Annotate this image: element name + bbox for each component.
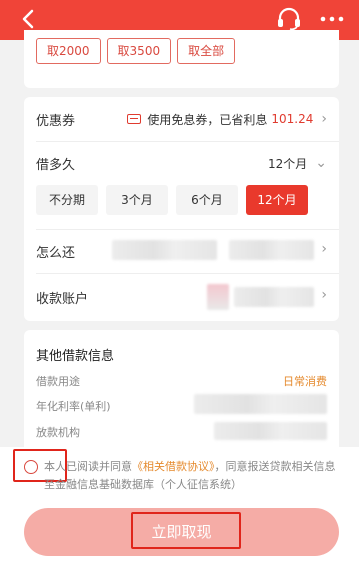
- purpose-label: 借款用途: [36, 375, 80, 388]
- redacted-repay-plan: [112, 240, 217, 260]
- term-option-none[interactable]: 不分期: [36, 185, 98, 215]
- amount-chip-all[interactable]: 取全部: [177, 38, 236, 64]
- term-option-12m[interactable]: 12个月: [246, 185, 308, 215]
- rate-label: 年化利率(单利): [36, 400, 111, 413]
- chevron-right-icon: ›: [321, 287, 327, 303]
- quick-amount-card: 取2000 取3500 取全部: [24, 30, 339, 88]
- loan-options-card: 优惠券 使用免息券，已省利息 101.24 › 借多久 12个月 ⌄ 不分期 3…: [24, 97, 339, 321]
- other-info-card: 其他借款信息 借款用途 日常消费 年化利率(单利) 放款机构: [24, 330, 339, 450]
- coupon-icon: [127, 114, 142, 124]
- purpose-value[interactable]: 日常消费: [283, 373, 327, 389]
- coupon-text: 使用免息券，已省利息: [147, 112, 268, 127]
- term-row[interactable]: 借多久 12个月 ⌄: [36, 141, 327, 185]
- repay-label: 怎么还: [36, 245, 76, 261]
- agreement-text: 本人已阅读并同意《相关借款协议》，同意报送贷款相关信息至金融信息基础数据库（个人…: [44, 458, 344, 494]
- term-option-6m[interactable]: 6个月: [176, 185, 238, 215]
- redacted-lender: [214, 422, 327, 440]
- headset-icon[interactable]: [276, 7, 302, 31]
- back-arrow-icon[interactable]: [18, 8, 40, 30]
- term-option-3m[interactable]: 3个月: [106, 185, 168, 215]
- term-label: 借多久: [36, 157, 76, 173]
- agreement-prefix: 本人已阅读并同意: [44, 460, 132, 473]
- amount-chip-2000[interactable]: 取2000: [36, 38, 101, 64]
- divider: [36, 273, 339, 274]
- term-selected[interactable]: 12个月 ⌄: [268, 141, 327, 185]
- purpose-row: 借款用途 日常消费: [36, 373, 327, 393]
- term-options: 不分期 3个月 6个月 12个月: [36, 185, 308, 215]
- other-info-title: 其他借款信息: [36, 349, 115, 364]
- lender-label: 放款机构: [36, 426, 80, 439]
- coupon-amount: 101.24: [271, 112, 314, 126]
- term-selected-value: 12个月: [267, 156, 308, 171]
- redacted-bank-logo: [207, 284, 229, 310]
- chevron-right-icon: ›: [321, 241, 327, 257]
- chevron-right-icon: ›: [321, 111, 327, 127]
- agreement-link[interactable]: 《相关借款协议》: [132, 460, 215, 473]
- redacted-account-number: [234, 287, 314, 307]
- coupon-row[interactable]: 优惠券 使用免息券，已省利息 101.24 ›: [36, 97, 327, 141]
- more-dots-icon[interactable]: [320, 14, 344, 24]
- redacted-rate: [194, 394, 327, 414]
- chevron-down-icon: ⌄: [315, 155, 327, 171]
- agreement-footer: 本人已阅读并同意《相关借款协议》，同意报送贷款相关信息至金融信息基础数据库（个人…: [0, 447, 359, 565]
- amount-chip-3500[interactable]: 取3500: [106, 38, 172, 64]
- submit-highlight-frame: [131, 512, 241, 549]
- redacted-repay-amount: [229, 240, 314, 260]
- coupon-value: 使用免息券，已省利息 101.24 ›: [127, 97, 327, 141]
- account-label: 收款账户: [36, 291, 89, 307]
- quick-amount-row: 取2000 取3500 取全部: [36, 38, 236, 64]
- coupon-label: 优惠券: [36, 113, 76, 129]
